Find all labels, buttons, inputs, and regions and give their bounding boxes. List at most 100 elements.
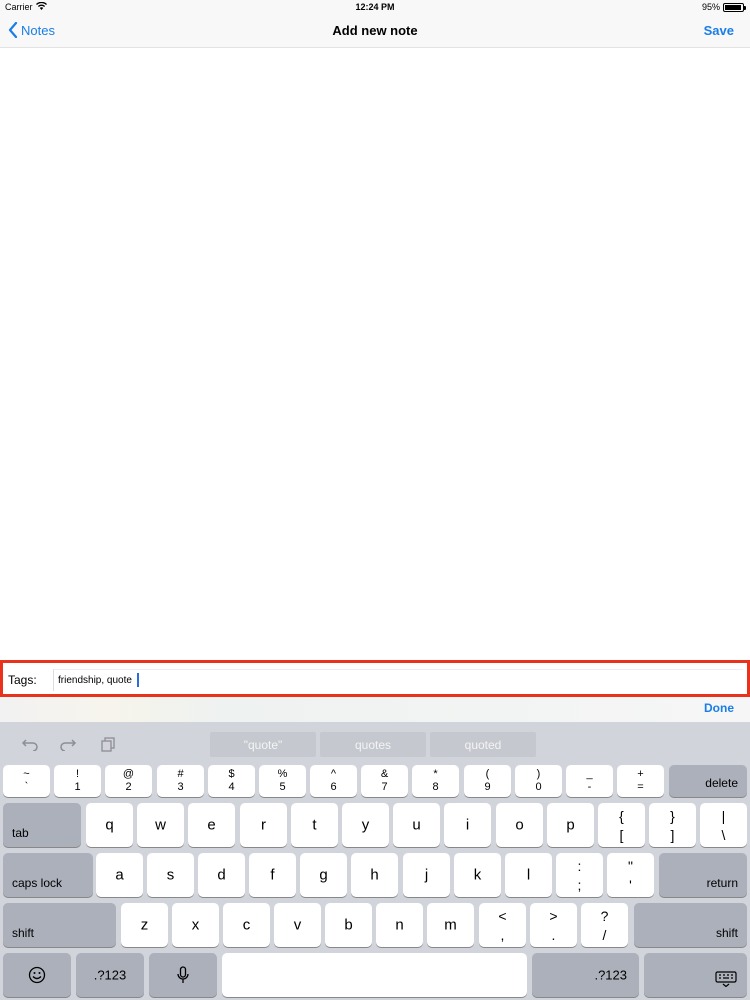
key-minus[interactable]: _ - [566,765,613,797]
key-symbol-lower: [ [619,827,624,843]
key-5[interactable]: % 5 [259,765,306,797]
key-v[interactable]: v [274,903,321,947]
key-i[interactable]: i [444,803,491,847]
keyboard-dismiss-icon [715,971,737,991]
key-label: c [242,916,251,934]
space-bar[interactable] [222,953,527,997]
save-button[interactable]: Save [704,23,734,38]
key-comma[interactable]: <, [479,903,526,947]
key-2[interactable]: @2 [105,765,152,797]
key-u[interactable]: u [393,803,440,847]
key-symbol: : [577,858,582,874]
caps-lock-key[interactable]: caps lock [3,853,93,897]
key-9[interactable]: (9 [464,765,511,797]
key-backtick[interactable]: ~ ` [3,765,50,797]
return-key-label: return [706,876,738,890]
numbers-left-key[interactable]: .?123 [76,953,144,997]
key-q[interactable]: q [86,803,133,847]
key-label: i [465,816,470,834]
key-digit: 7 [381,781,388,793]
key-7[interactable]: & 7 [361,765,408,797]
key-o[interactable]: o [496,803,543,847]
key-8[interactable]: * 8 [412,765,459,797]
key-f[interactable]: f [249,853,296,897]
key-label: o [515,816,524,834]
redo-icon[interactable] [58,736,78,752]
key-quote[interactable]: " ' [607,853,654,897]
numbers-right-key[interactable]: .?123 [532,953,639,997]
key-h[interactable]: h [351,853,398,897]
undo-icon[interactable] [20,736,40,752]
key-1[interactable]: ! 1 [54,765,101,797]
key-right-bracket[interactable]: }] [649,803,696,847]
suggestion-2[interactable]: quotes [320,732,426,757]
done-button[interactable]: Done [704,701,734,715]
key-4[interactable]: $4 [208,765,255,797]
key-equals[interactable]: + = [617,765,664,797]
key-z[interactable]: z [121,903,168,947]
key-r[interactable]: r [240,803,287,847]
emoji-key[interactable] [3,953,71,997]
tab-key[interactable]: tab [3,803,81,847]
key-label: m [444,916,457,934]
input-accessory-bar: Done [0,697,750,722]
key-symbol: " [628,858,633,874]
key-m[interactable]: m [427,903,474,947]
delete-key-label: delete [705,776,738,790]
status-bar: Carrier 12:24 PM 95% [0,0,750,14]
key-label: r [261,816,266,834]
keyboard: "quote" quotes quoted ~ ` ! 1 @2 #3 $4 % 5 … [0,722,750,1000]
key-label: j [424,866,429,884]
hide-keyboard-key[interactable] [644,953,747,997]
shift-left-key[interactable]: shift [3,903,116,947]
key-6[interactable]: ^ 6 [310,765,357,797]
key-t[interactable]: t [291,803,338,847]
key-g[interactable]: g [300,853,347,897]
key-s[interactable]: s [147,853,194,897]
key-b[interactable]: b [325,903,372,947]
delete-key[interactable]: delete [669,765,747,797]
key-digit: 8 [432,781,439,793]
numbers-key-label: .?123 [594,967,627,983]
return-key[interactable]: return [659,853,747,897]
key-y[interactable]: y [342,803,389,847]
key-symbol-lower: . [551,927,556,943]
key-w[interactable]: w [137,803,184,847]
key-slash[interactable]: ? / [581,903,628,947]
key-c[interactable]: c [223,903,270,947]
key-x[interactable]: x [172,903,219,947]
key-symbol: ^ [330,768,337,780]
navigation-bar: Notes Add new note Save [0,14,750,48]
key-e[interactable]: e [188,803,235,847]
key-symbol: ) [536,768,541,780]
shift-right-key[interactable]: shift [634,903,747,947]
key-digit: - [587,781,592,793]
key-p[interactable]: p [547,803,594,847]
key-a[interactable]: a [96,853,143,897]
key-left-bracket[interactable]: {[ [598,803,645,847]
key-d[interactable]: d [198,853,245,897]
key-symbol: < [498,908,507,924]
key-digit: 0 [535,781,542,793]
key-j[interactable]: j [403,853,450,897]
key-period[interactable]: >. [530,903,577,947]
paste-icon[interactable] [98,736,118,752]
key-backslash[interactable]: | \ [700,803,747,847]
key-n[interactable]: n [376,903,423,947]
microphone-icon [149,966,217,984]
key-3[interactable]: #3 [157,765,204,797]
key-digit: 5 [279,781,286,793]
note-text-area[interactable] [0,48,750,660]
key-symbol-lower: , [500,927,505,943]
dictation-key[interactable] [149,953,217,997]
suggestion-3[interactable]: quoted [430,732,536,757]
tab-key-label: tab [12,826,29,840]
key-l[interactable]: l [505,853,552,897]
key-k[interactable]: k [454,853,501,897]
suggestion-1[interactable]: "quote" [210,732,316,757]
key-symbol: # [177,768,184,780]
page-title: Add new note [332,23,418,38]
key-semicolon[interactable]: :; [556,853,603,897]
tags-input[interactable] [53,669,743,691]
key-0[interactable]: ) 0 [515,765,562,797]
